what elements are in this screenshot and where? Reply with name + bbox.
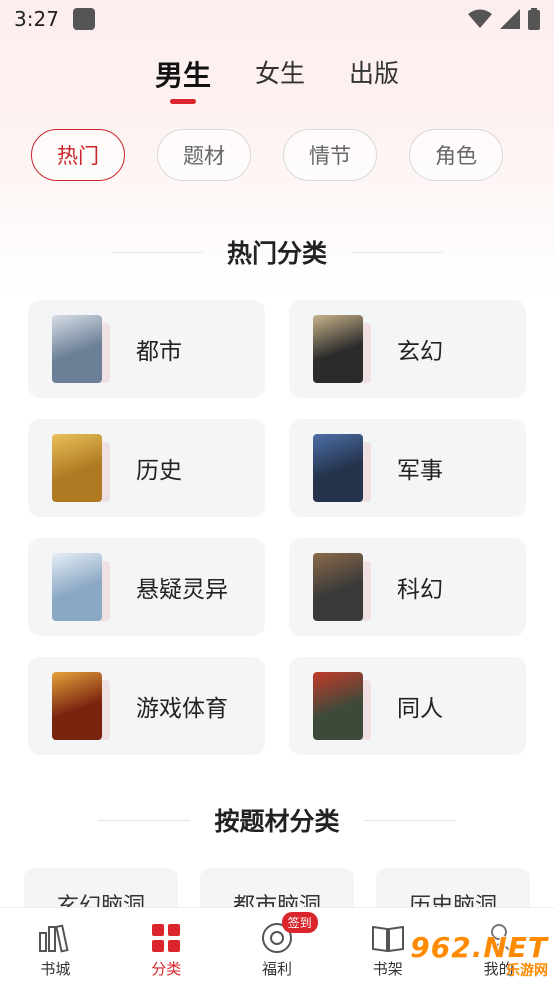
battery-icon bbox=[528, 8, 540, 30]
category-label: 历史 bbox=[136, 458, 182, 484]
nav-label: 分类 bbox=[151, 960, 182, 978]
category-label: 军事 bbox=[397, 458, 443, 484]
status-time: 3:27 bbox=[14, 7, 59, 31]
divider-line bbox=[98, 819, 191, 821]
theme-section-title: 按题材分类 bbox=[214, 807, 340, 836]
sign-in-badge: 签到 bbox=[281, 912, 318, 933]
book-cover-image bbox=[52, 672, 102, 740]
chip-hot[interactable]: 热门 bbox=[31, 129, 125, 181]
notification-app-icon bbox=[72, 8, 95, 30]
category-card[interactable]: 历史 bbox=[28, 419, 265, 517]
nav-item-category[interactable]: 分类 bbox=[111, 908, 222, 984]
book-cover-stack bbox=[313, 315, 373, 383]
book-cover-stack bbox=[313, 434, 373, 502]
nav-item-welfare[interactable]: 福利 签到 bbox=[222, 908, 333, 984]
books-icon bbox=[38, 922, 72, 954]
book-cover-stack bbox=[52, 553, 112, 621]
chip-theme[interactable]: 题材 bbox=[157, 129, 251, 181]
book-cover-stack bbox=[52, 434, 112, 502]
category-label: 游戏体育 bbox=[136, 696, 228, 722]
wifi-icon bbox=[468, 9, 492, 28]
category-label: 玄幻 bbox=[397, 339, 443, 365]
category-card[interactable]: 玄幻 bbox=[289, 300, 526, 398]
gender-tabs: 男生 女生 出版 bbox=[0, 54, 554, 104]
tab-publish[interactable]: 出版 bbox=[349, 54, 399, 94]
book-cover-image bbox=[313, 553, 363, 621]
category-label: 科幻 bbox=[397, 577, 443, 603]
book-cover-image bbox=[313, 315, 363, 383]
category-card[interactable]: 同人 bbox=[289, 657, 526, 755]
book-cover-image bbox=[313, 672, 363, 740]
site-watermark: 962.NET 乐游网 bbox=[410, 930, 548, 980]
grid-icon bbox=[149, 922, 183, 954]
hot-section-header: 热门分类 bbox=[0, 234, 554, 270]
chip-role[interactable]: 角色 bbox=[409, 129, 503, 181]
book-cover-image bbox=[52, 315, 102, 383]
nav-label: 书架 bbox=[372, 960, 403, 978]
nav-label: 书城 bbox=[40, 960, 71, 978]
hot-section-title: 热门分类 bbox=[226, 239, 327, 268]
book-cover-image bbox=[313, 434, 363, 502]
signal-icon bbox=[500, 9, 520, 29]
category-card[interactable]: 军事 bbox=[289, 419, 526, 517]
watermark-sub: 乐游网 bbox=[506, 962, 548, 979]
filter-chips: 热门 题材 情节 角色 bbox=[31, 129, 503, 181]
chip-plot[interactable]: 情节 bbox=[283, 129, 377, 181]
nav-label: 福利 bbox=[261, 960, 292, 978]
category-card[interactable]: 都市 bbox=[28, 300, 265, 398]
status-bar: 3:27 bbox=[0, 0, 554, 38]
divider-line bbox=[110, 251, 203, 253]
category-card[interactable]: 悬疑灵异 bbox=[28, 538, 265, 636]
divider-line bbox=[363, 819, 456, 821]
category-card[interactable]: 游戏体育 bbox=[28, 657, 265, 755]
tab-male[interactable]: 男生 bbox=[155, 54, 211, 104]
book-cover-stack bbox=[313, 672, 373, 740]
nav-item-bookstore[interactable]: 书城 bbox=[0, 908, 111, 984]
book-cover-image bbox=[52, 434, 102, 502]
category-label: 同人 bbox=[397, 696, 443, 722]
book-cover-stack bbox=[52, 315, 112, 383]
open-book-icon bbox=[371, 922, 405, 954]
book-cover-stack bbox=[52, 672, 112, 740]
book-cover-stack bbox=[313, 553, 373, 621]
book-cover-image bbox=[52, 553, 102, 621]
category-card[interactable]: 科幻 bbox=[289, 538, 526, 636]
tab-female[interactable]: 女生 bbox=[255, 54, 305, 94]
category-grid: 都市 玄幻历史 军事悬疑灵异 科幻游戏体育 同人 bbox=[28, 300, 526, 755]
category-label: 悬疑灵异 bbox=[136, 577, 228, 603]
theme-section-header: 按题材分类 bbox=[0, 802, 554, 838]
status-indicators bbox=[468, 8, 540, 30]
category-label: 都市 bbox=[136, 339, 182, 365]
divider-line bbox=[351, 251, 443, 253]
